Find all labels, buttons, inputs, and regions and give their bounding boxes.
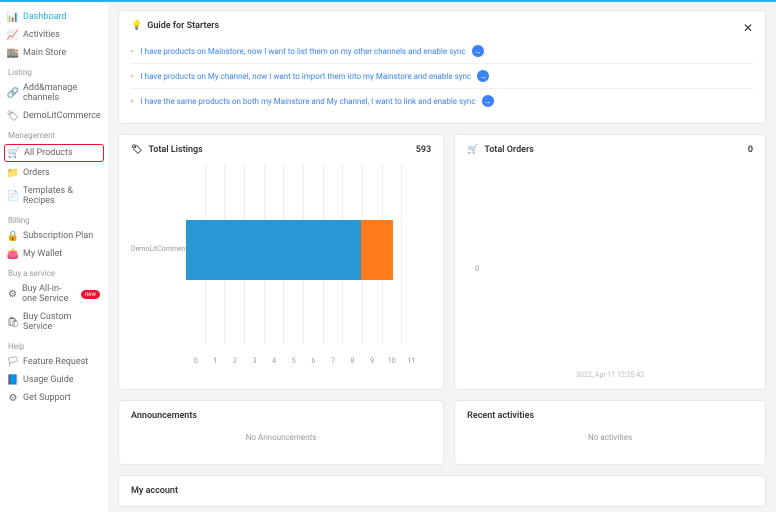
card-title: My account (131, 486, 753, 496)
chart-x-axis: 01234567891011 (186, 357, 421, 365)
sidebar-item-usage-guide[interactable]: 📘 Usage Guide (0, 371, 108, 389)
guide-item[interactable]: I have the same products on both my Main… (131, 89, 753, 113)
sidebar-item-demo-channel[interactable]: 🏷 DemoLitCommerce (0, 107, 108, 125)
folder-icon: 📁 (8, 168, 18, 178)
close-icon[interactable]: ✕ (743, 21, 753, 35)
sidebar-item-label: Feature Request (23, 357, 88, 367)
orders-timestamp: 2022, Apr 11 12:25:42 (467, 371, 753, 379)
sidebar-item-label: Buy All-in-one Service (22, 284, 74, 304)
sidebar-section-billing: Billing (0, 210, 108, 227)
my-account-card: My account (118, 475, 766, 507)
chart-y-label: DemoLitCommerce (131, 245, 191, 253)
orders-chart-zero: 0 (475, 265, 479, 273)
support-icon: ⚙ (8, 393, 18, 403)
card-title: Announcements (131, 411, 431, 421)
announcements-empty: No Announcements (131, 421, 431, 454)
bag-icon: 🛍 (8, 317, 18, 327)
guide-card: 💡 Guide for Starters ✕ I have products on… (118, 10, 766, 124)
listings-chart: DemoLitCommerce 01234567891011 (131, 165, 431, 365)
tags-icon: 🏷 (131, 145, 142, 155)
activities-icon: 📈 (8, 30, 18, 40)
sidebar-item-label: Activities (23, 30, 60, 40)
sidebar-item-wallet[interactable]: 👛 My Wallet (0, 245, 108, 263)
gear-icon: ⚙ (8, 289, 17, 299)
sidebar-section-listing: Listing (0, 62, 108, 79)
sidebar-item-label: Dashboard (23, 12, 67, 22)
sidebar-item-label: Subscription Plan (23, 231, 93, 241)
store-icon: 🏬 (8, 48, 18, 58)
card-title: Total Listings (148, 145, 202, 155)
sidebar-item-label: All Products (24, 148, 73, 158)
sidebar-section-help: Help (0, 336, 108, 353)
dashboard-icon: 📊 (8, 12, 18, 22)
total-listings-card: 🏷 Total Listings 593 DemoLitCommerce 0123… (118, 134, 444, 390)
badge-new: new (81, 290, 100, 299)
cart-icon: 🛒 (9, 148, 19, 158)
orders-chart: 0 (467, 165, 753, 365)
main-content: 💡 Guide for Starters ✕ I have products on… (108, 2, 776, 512)
sidebar: 📊 Dashboard 📈 Activities 🏬 Main Store Listi… (0, 2, 108, 512)
arrow-right-icon: → (477, 70, 489, 82)
chart-bar-series-1 (186, 220, 361, 280)
recent-activities-card: Recent activities No activities (454, 400, 766, 465)
tag-icon: 🏷 (8, 111, 18, 121)
cart-icon: 🛒 (467, 145, 478, 155)
sidebar-item-add-channels[interactable]: 🔗 Add&manage channels (0, 79, 108, 107)
sidebar-item-label: Get Support (23, 393, 71, 403)
guide-item[interactable]: I have products on Mainstore, now I want… (131, 39, 753, 64)
lock-icon: 🔒 (8, 231, 18, 241)
sidebar-item-label: My Wallet (23, 249, 62, 259)
wallet-icon: 👛 (8, 249, 18, 259)
sidebar-item-buy-all-in-one[interactable]: ⚙ Buy All-in-one Service new (0, 280, 108, 308)
sidebar-item-label: Templates & Recipes (23, 186, 100, 206)
sidebar-item-main-store[interactable]: 🏬 Main Store (0, 44, 108, 62)
bulb-icon: 💡 (131, 21, 142, 31)
card-title: Total Orders (484, 145, 534, 155)
flag-icon: 🏳 (8, 357, 18, 367)
sidebar-item-get-support[interactable]: ⚙ Get Support (0, 389, 108, 407)
chart-bar-series-2 (361, 220, 393, 280)
sidebar-item-label: Buy Custom Service (23, 312, 100, 332)
total-orders-card: 🛒 Total Orders 0 0 2022, Apr 11 12:25:42 (454, 134, 766, 390)
sidebar-item-subscription[interactable]: 🔒 Subscription Plan (0, 227, 108, 245)
guide-list: I have products on Mainstore, now I want… (131, 39, 753, 113)
arrow-right-icon: → (472, 45, 484, 57)
announcements-card: Announcements No Announcements (118, 400, 444, 465)
sidebar-item-orders[interactable]: 📁 Orders (0, 164, 108, 182)
arrow-right-icon: → (482, 95, 494, 107)
sidebar-item-label: Orders (23, 168, 50, 178)
card-title: Recent activities (467, 411, 753, 421)
sidebar-item-activities[interactable]: 📈 Activities (0, 26, 108, 44)
sidebar-item-label: Usage Guide (23, 375, 74, 385)
sidebar-item-buy-custom[interactable]: 🛍 Buy Custom Service (0, 308, 108, 336)
activities-empty: No activities (467, 421, 753, 454)
sidebar-item-all-products[interactable]: 🛒 All Products (4, 144, 104, 162)
sidebar-section-buy: Buy a service (0, 263, 108, 280)
sidebar-item-templates[interactable]: 📄 Templates & Recipes (0, 182, 108, 210)
sidebar-item-feature-request[interactable]: 🏳 Feature Request (0, 353, 108, 371)
guide-item[interactable]: I have products on My channel, now I wan… (131, 64, 753, 89)
total-listings-value: 593 (416, 145, 431, 155)
total-orders-value: 0 (748, 145, 753, 155)
sidebar-item-label: Main Store (23, 48, 66, 58)
sidebar-section-management: Management (0, 125, 108, 142)
sidebar-item-dashboard[interactable]: 📊 Dashboard (0, 8, 108, 26)
sidebar-item-label: Add&manage channels (23, 83, 100, 103)
book-icon: 📘 (8, 375, 18, 385)
chart-bars (186, 220, 421, 280)
sidebar-item-label: DemoLitCommerce (23, 111, 101, 121)
guide-title: Guide for Starters (147, 21, 219, 31)
doc-icon: 📄 (8, 191, 18, 201)
link-icon: 🔗 (8, 88, 18, 98)
